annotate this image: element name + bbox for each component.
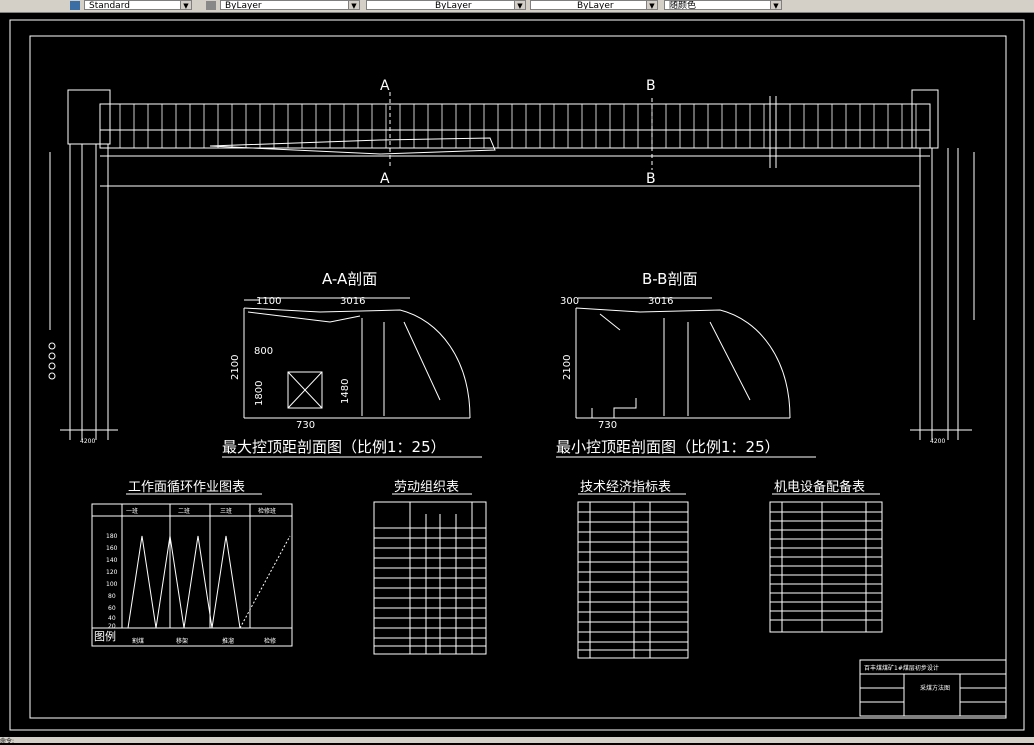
- tech-table-title: 技术经济指标表: [580, 480, 671, 495]
- dim-bb-300: 300: [560, 296, 579, 307]
- cycle-legend-label: 图例: [94, 629, 116, 643]
- dim-bb-730: 730: [598, 420, 617, 431]
- dim-aa-730: 730: [296, 420, 315, 431]
- section-aa-title: A-A剖面: [322, 270, 377, 288]
- cycle-axis-160: 160: [106, 545, 118, 552]
- support-row: [99, 103, 931, 149]
- chevron-down-icon[interactable]: ▼: [770, 1, 781, 9]
- min-section-caption: 最小控顶距剖面图（比例1：25）: [556, 438, 780, 456]
- status-bar: [0, 737, 1034, 743]
- drawing-canvas[interactable]: A A B B A-A剖面 B-B剖面 1100 3016 2100 800 1…: [0, 12, 1034, 737]
- cycle-axis-120: 120: [106, 569, 118, 576]
- lineweight-select[interactable]: ByLayer ▼: [530, 0, 658, 10]
- max-section-caption: 最大控顶距剖面图（比例1：25）: [222, 438, 446, 456]
- cycle-axis-80: 80: [108, 593, 116, 600]
- marker-a-bottom: A: [380, 171, 390, 187]
- cycle-axis-140: 140: [106, 557, 118, 564]
- cycle-table-title: 工作面循环作业图表: [128, 480, 245, 495]
- equipment-table-title: 机电设备配备表: [774, 479, 865, 495]
- marker-b-top: B: [646, 78, 656, 94]
- chevron-down-icon[interactable]: ▼: [180, 1, 191, 9]
- titleblock-project: 百丰煤煤矿1#煤层初步设计: [864, 664, 939, 672]
- cad-drawing[interactable]: A A B B A-A剖面 B-B剖面 1100 3016 2100 800 1…: [0, 12, 1034, 737]
- dim-right-4200: 4200: [930, 438, 945, 445]
- cycle-shift-3: 三班: [220, 507, 232, 515]
- cycle-shift-4: 检修班: [258, 507, 276, 515]
- legend-cutting: 割煤: [132, 637, 144, 645]
- dim-aa-2100: 2100: [230, 355, 241, 380]
- layer-select[interactable]: ByLayer ▼: [220, 0, 360, 10]
- linetype-select[interactable]: ByLayer ▼: [366, 0, 526, 10]
- left-gateway-head: [67, 89, 111, 145]
- command-line[interactable]: 命令:: [0, 736, 14, 745]
- dim-bb-2100: 2100: [562, 355, 573, 380]
- text-style-select[interactable]: Standard ▼: [84, 0, 192, 10]
- dim-aa-800: 800: [254, 346, 273, 357]
- dim-left-4200: 4200: [80, 438, 95, 445]
- tech-table: [577, 501, 689, 659]
- cycle-axis-20: 20: [108, 623, 116, 630]
- cycle-axis-100: 100: [106, 581, 118, 588]
- cycle-chart-curve: [127, 535, 241, 629]
- cycle-axis-60: 60: [108, 605, 116, 612]
- chevron-down-icon[interactable]: ▼: [646, 1, 657, 9]
- legend-pushing: 推溜: [222, 637, 234, 645]
- labor-table-title: 劳动组织表: [394, 479, 459, 495]
- cycle-axis-40: 40: [108, 615, 116, 622]
- cycle-axis-180: 180: [106, 533, 118, 540]
- color-select[interactable]: 随颜色 ▼: [664, 0, 782, 10]
- section-bb-title: B-B剖面: [642, 270, 697, 288]
- layer-value: ByLayer: [225, 1, 262, 10]
- text-style-value: Standard: [89, 1, 130, 10]
- shearer: [209, 137, 496, 155]
- marker-b-bottom: B: [646, 171, 656, 187]
- chevron-down-icon[interactable]: ▼: [514, 1, 525, 9]
- dim-aa-1100: 1100: [256, 296, 281, 307]
- dim-aa-1800: 1800: [254, 381, 265, 406]
- dim-bb-3016: 3016: [648, 296, 673, 307]
- chevron-down-icon[interactable]: ▼: [348, 1, 359, 9]
- dim-aa-3016: 3016: [340, 296, 365, 307]
- color-value: 随颜色: [669, 1, 697, 10]
- cycle-shift-1: 一班: [126, 507, 138, 515]
- lineweight-value: ByLayer: [577, 1, 614, 10]
- legend-moving: 移架: [176, 637, 188, 645]
- hydraulic-support-ribs: [119, 104, 917, 148]
- legend-maintenance: 检修: [264, 637, 276, 645]
- section-aa: [243, 297, 471, 419]
- titleblock-drawing-name: 采煤方法图: [920, 684, 950, 692]
- cycle-shift-2: 二班: [178, 507, 190, 515]
- dim-aa-1480: 1480: [340, 379, 351, 404]
- layer-icon[interactable]: [206, 1, 216, 10]
- linetype-value: ByLayer: [435, 1, 472, 10]
- marker-a-top: A: [380, 78, 390, 94]
- section-bb: [575, 297, 791, 419]
- text-style-icon[interactable]: [70, 1, 80, 10]
